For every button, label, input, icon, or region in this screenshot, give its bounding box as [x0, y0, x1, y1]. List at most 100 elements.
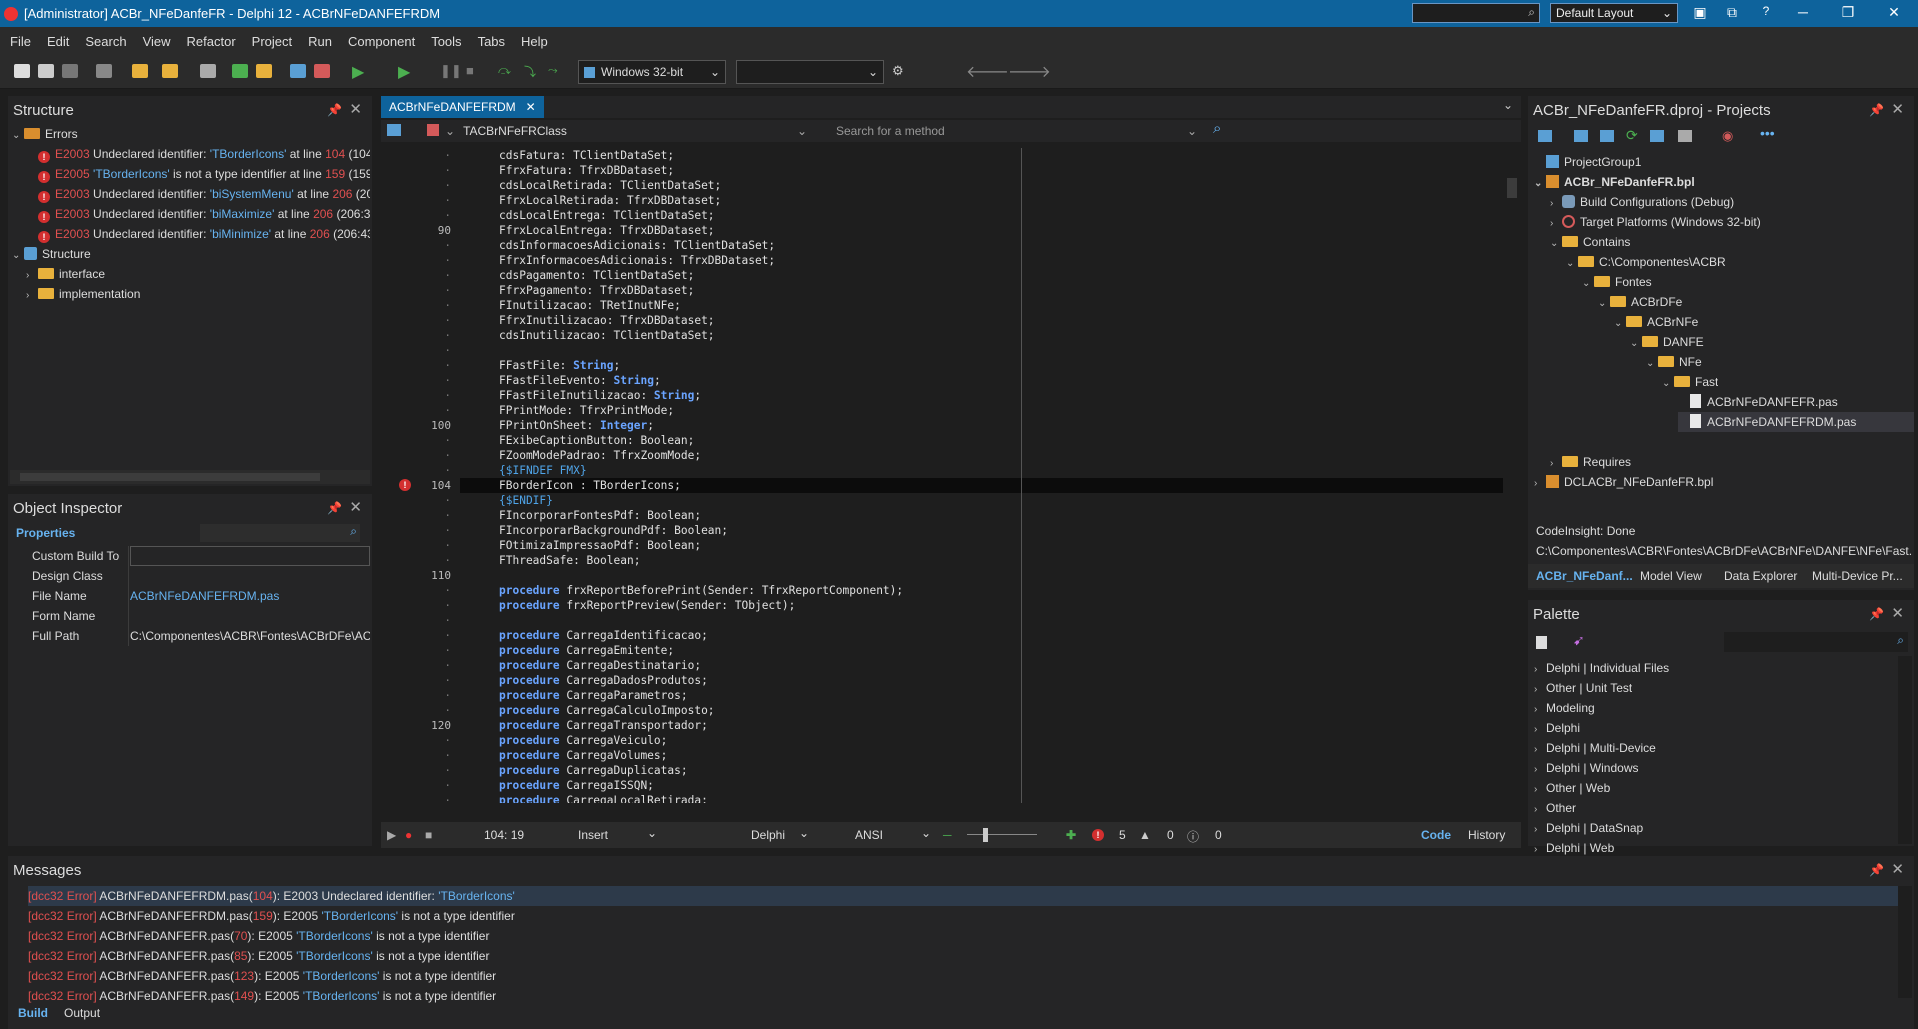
project-tree-item[interactable]: › Requires: [1550, 452, 1631, 472]
pause-icon[interactable]: ❚❚: [440, 63, 462, 79]
tab-code[interactable]: Code: [1421, 828, 1451, 842]
minimize-button[interactable]: ─: [1793, 4, 1813, 20]
remove-icon[interactable]: [1600, 130, 1614, 142]
close-tab-icon[interactable]: ✕: [526, 100, 536, 114]
message-row[interactable]: [dcc32 Error] ACBrNFeDANFEFR.pas(85): E2…: [28, 946, 489, 966]
tab-properties[interactable]: Properties: [16, 526, 75, 540]
chevron-down-icon[interactable]: ⌄: [647, 826, 657, 840]
messages-tab-build[interactable]: Build: [18, 1006, 48, 1020]
macro-stop-icon[interactable]: ■: [425, 828, 432, 842]
menu-tabs[interactable]: Tabs: [478, 34, 505, 49]
save-icon[interactable]: [200, 64, 216, 78]
warning-count[interactable]: 0: [1167, 828, 1174, 842]
copy-icon[interactable]: [62, 64, 78, 78]
projects-tab[interactable]: Model View: [1640, 569, 1702, 583]
close-icon[interactable]: ✕: [1891, 860, 1904, 878]
project-tree-item[interactable]: ⌄ Contains: [1550, 232, 1630, 252]
editor-tab[interactable]: ACBrNFeDANFEFRDM ✕: [381, 96, 544, 118]
structure-item-implementation[interactable]: › implementation: [26, 284, 140, 304]
messages-tab-output[interactable]: Output: [64, 1006, 100, 1020]
pin-icon[interactable]: 📌: [1869, 863, 1884, 877]
pin-icon[interactable]: 📌: [327, 103, 342, 117]
palette-search-input[interactable]: ⌕: [1724, 632, 1908, 652]
property-value[interactable]: ACBrNFeDANFEFRDM.pas: [130, 586, 370, 606]
error-marker-icon[interactable]: !: [399, 479, 411, 491]
trace-into-icon[interactable]: ⤵: [524, 63, 536, 80]
close-icon[interactable]: ✕: [349, 100, 362, 118]
ide-search-input[interactable]: ⌕: [1412, 3, 1540, 23]
close-icon[interactable]: ✕: [1891, 100, 1904, 118]
menu-file[interactable]: File: [10, 34, 31, 49]
message-row[interactable]: [dcc32 Error] ACBrNFeDANFEFR.pas(123): E…: [28, 966, 496, 986]
palette-category[interactable]: › Delphi | Multi-Device: [1534, 738, 1656, 758]
pin-icon[interactable]: 📌: [1869, 103, 1884, 117]
class-icon[interactable]: [427, 124, 439, 136]
project-tree-item[interactable]: ⌄ DANFE: [1630, 332, 1704, 352]
class-select[interactable]: ⌄ TACBrNFeFRClass ⌄: [441, 121, 811, 141]
property-row[interactable]: File Name ACBrNFeDANFEFRDM.pas: [8, 586, 372, 606]
remove-from-project-icon[interactable]: [314, 64, 330, 78]
menu-run[interactable]: Run: [308, 34, 332, 49]
palette-file-icon[interactable]: [1536, 636, 1547, 649]
project-tree-item[interactable]: ⌄ ACBr_NFeDanfeFR.bpl: [1534, 172, 1695, 192]
zoom-out-icon[interactable]: ─: [943, 828, 952, 842]
menu-view[interactable]: View: [143, 34, 171, 49]
insert-mode[interactable]: Insert: [578, 828, 608, 842]
inspector-divider[interactable]: [128, 546, 129, 646]
project-tree-item[interactable]: ACBrNFeDANFEFRDM.pas: [1678, 412, 1914, 432]
project-tree-item[interactable]: ⌄ ACBrNFe: [1614, 312, 1698, 332]
encoding-select[interactable]: ANSI: [855, 828, 883, 842]
run-without-debug-icon[interactable]: ▶: [398, 62, 410, 82]
message-row[interactable]: [dcc32 Error] ACBrNFeDANFEFRDM.pas(104):…: [28, 886, 1908, 906]
refresh-icon[interactable]: ⟳: [1626, 127, 1638, 144]
palette-category[interactable]: › Other | Unit Test: [1534, 678, 1632, 698]
property-row[interactable]: Design Class: [8, 566, 372, 586]
macro-play-icon[interactable]: ▶: [387, 828, 396, 842]
method-search-input[interactable]: Search for a method ⌄: [831, 121, 1201, 141]
sync-icon[interactable]: [1650, 130, 1664, 142]
open-project-icon[interactable]: [132, 64, 148, 78]
zoom-slider-thumb[interactable]: [983, 828, 988, 842]
open-icon[interactable]: [38, 64, 54, 78]
error-item[interactable]: ! E2003 Undeclared identifier: 'biMinimiz…: [38, 224, 370, 244]
macro-record-icon[interactable]: ●: [405, 828, 412, 842]
build-icon[interactable]: [1678, 130, 1692, 142]
restore-button[interactable]: ❐: [1838, 4, 1858, 21]
palette-category[interactable]: › Other: [1534, 798, 1576, 818]
activate-icon[interactable]: [1538, 130, 1552, 142]
close-icon[interactable]: ✕: [349, 498, 362, 516]
message-row[interactable]: [dcc32 Error] ACBrNFeDANFEFRDM.pas(159):…: [28, 906, 515, 926]
open-file-icon[interactable]: [162, 64, 178, 78]
project-tree-item[interactable]: › Build Configurations (Debug): [1550, 192, 1734, 212]
projects-tab[interactable]: ACBr_NFeDanf...: [1536, 569, 1633, 583]
error-item[interactable]: ! E2003 Undeclared identifier: 'biMaximiz…: [38, 204, 370, 224]
save-layout-icon[interactable]: ▣: [1690, 4, 1710, 21]
deploy-icon[interactable]: ⧉: [1722, 4, 1742, 21]
error-count[interactable]: 5: [1119, 828, 1126, 842]
code-editor[interactable]: cdsFatura: TClientDataSet; FfrxFatura: Tf…: [460, 148, 1503, 803]
pin-icon[interactable]: 📌: [1869, 607, 1884, 621]
project-tree-item[interactable]: ⌄ NFe: [1646, 352, 1702, 372]
hint-count[interactable]: 0: [1215, 828, 1222, 842]
editor-horizontal-scrollbar[interactable]: [381, 804, 1503, 820]
menu-edit[interactable]: Edit: [47, 34, 69, 49]
menu-help[interactable]: Help: [521, 34, 548, 49]
close-button[interactable]: ✕: [1884, 4, 1904, 21]
new-item-icon[interactable]: [1574, 130, 1588, 142]
search-icon[interactable]: ⌕: [1213, 120, 1221, 137]
add-to-project-icon[interactable]: [290, 64, 306, 78]
menu-search[interactable]: Search: [85, 34, 126, 49]
tab-history[interactable]: History: [1468, 828, 1505, 842]
layout-select[interactable]: Default Layout ⌄: [1550, 3, 1678, 23]
property-row[interactable]: Full Path C:\Componentes\ACBR\Fontes\ACBr…: [8, 626, 372, 646]
messages-scrollbar[interactable]: [1898, 886, 1912, 998]
palette-category[interactable]: › Delphi | Windows: [1534, 758, 1638, 778]
project-tree-item[interactable]: ⌄ C:\Componentes\ACBR: [1566, 252, 1726, 272]
menu-component[interactable]: Component: [348, 34, 415, 49]
palette-category[interactable]: › Delphi: [1534, 718, 1580, 738]
forward-icon[interactable]: 🡒: [1008, 61, 1051, 82]
editor-vertical-scrollbar[interactable]: [1503, 148, 1521, 803]
chevron-down-icon[interactable]: ⌄: [799, 826, 809, 840]
close-icon[interactable]: ✕: [1891, 604, 1904, 622]
error-item[interactable]: ! E2005 'TBorderIcons' is not a type iden…: [38, 164, 370, 184]
